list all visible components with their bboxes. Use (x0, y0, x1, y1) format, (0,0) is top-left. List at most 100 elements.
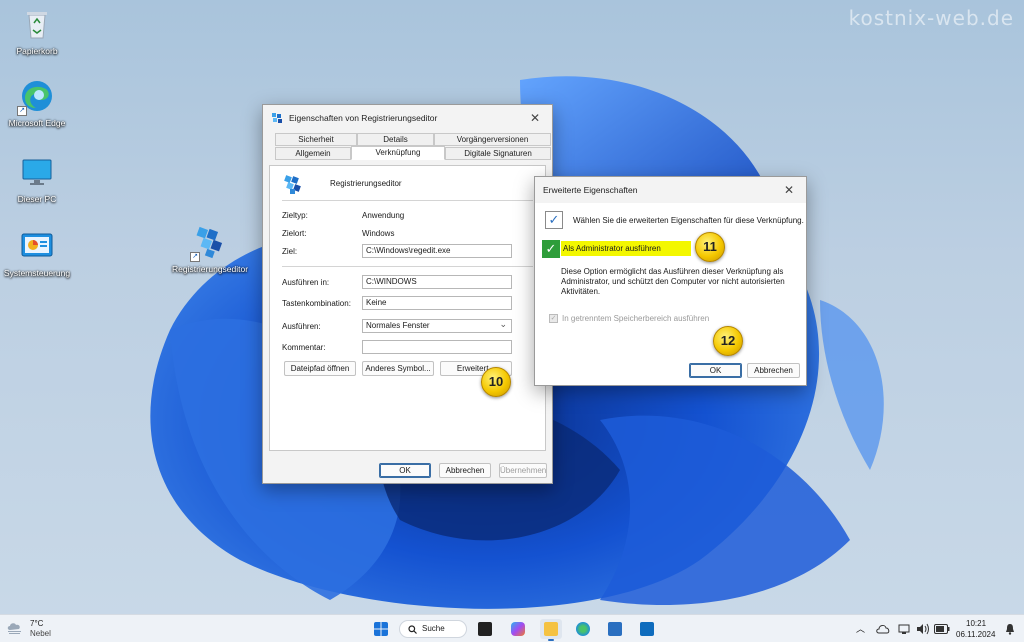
onedrive-icon[interactable] (876, 623, 890, 635)
row-zielort: Zielort: Windows (282, 226, 394, 240)
divider (282, 266, 533, 267)
weather-temp: 7°C (30, 619, 44, 628)
intro-text: Wählen Sie die erweiterten Eigenschaften… (573, 216, 804, 225)
folder-icon (544, 622, 558, 636)
cancel-button[interactable]: Abbrechen (439, 463, 491, 478)
registry-editor-icon (272, 113, 282, 123)
windows-logo-icon (374, 622, 388, 636)
watermark-text: kostnix-web.de (848, 6, 1014, 30)
advanced-properties-dialog: Erweiterte Eigenschaften ✕ ✓ Wählen Sie … (534, 176, 807, 386)
control-panel-icon (19, 228, 55, 264)
ok-button[interactable]: OK (379, 463, 431, 478)
tab-allgemein[interactable]: Allgemein (275, 147, 351, 160)
admin-description: Diese Option ermöglicht das Ausführen di… (561, 267, 785, 296)
step-badge-11: 11 (695, 232, 725, 262)
start-button[interactable] (370, 619, 392, 639)
row-zieltyp: Zieltyp: Anwendung (282, 208, 404, 222)
tab-sicherheit[interactable]: Sicherheit (275, 133, 357, 146)
taskbar: 7°C Nebel Suche ︿ 10:21 06.11.2024 (0, 614, 1024, 642)
close-icon[interactable]: ✕ (780, 183, 798, 197)
dialog-body: ✓ Wählen Sie die erweiterten Eigenschaft… (535, 203, 806, 385)
tab-strip: Sicherheit Details Vorgängerversionen Al… (269, 131, 551, 169)
notification-bell-icon[interactable] (1004, 623, 1016, 635)
dialog-cancel-button[interactable]: Abbrechen (747, 363, 800, 378)
desktop-icon-label: Microsoft Edge (8, 118, 66, 128)
taskbar-search[interactable]: Suche (399, 620, 467, 638)
desktop-icon-control-panel[interactable]: Systemsteuerung (0, 228, 74, 278)
row-ziel: Ziel: (282, 244, 362, 258)
weather-widget[interactable]: 7°C Nebel (6, 619, 86, 641)
zieltyp-label: Zieltyp: (282, 210, 308, 220)
zielort-value: Windows (362, 228, 395, 238)
cloud-fog-icon (7, 623, 21, 634)
zielort-label: Zielort: (282, 228, 307, 238)
tab-verknuepfung[interactable]: Verknüpfung (351, 146, 445, 160)
desktop-icon-label: Systemsteuerung (3, 268, 71, 278)
battery-icon[interactable] (934, 624, 950, 634)
tab-digitale-signaturen[interactable]: Digitale Signaturen (445, 147, 551, 160)
network-icon[interactable] (898, 623, 910, 635)
run-as-admin-label[interactable]: Als Administrator ausführen (561, 241, 691, 256)
change-icon-button[interactable]: Anderes Symbol... (362, 361, 434, 376)
tastenkombination-input[interactable]: Keine (362, 296, 512, 310)
ausfuehren-select[interactable]: Normales Fenster (362, 318, 512, 333)
edge-icon: ↗ (17, 78, 55, 116)
apply-button[interactable]: Übernehmen (499, 463, 547, 478)
tab-panel-verknuepfung: Registrierungseditor Zieltyp: Anwendung … (269, 165, 546, 451)
row-ausfuehren-in: Ausführen in: (282, 275, 362, 289)
kommentar-label: Kommentar: (282, 342, 326, 352)
desktop-icon-this-pc[interactable]: Dieser PC (0, 154, 74, 204)
zieltyp-value: Anwendung (362, 210, 405, 220)
row-ausfuehren: Ausführen: (282, 319, 362, 333)
shortcut-arrow-icon: ↗ (190, 252, 200, 262)
outlook-button[interactable] (636, 619, 658, 639)
close-icon[interactable]: ✕ (526, 111, 544, 125)
tab-vorgaengerversionen[interactable]: Vorgängerversionen (434, 133, 551, 146)
taskview-button[interactable] (474, 619, 496, 639)
open-file-location-button[interactable]: Dateipfad öffnen (284, 361, 356, 376)
separate-memory-label: In getrenntem Speicherbereich ausführen (562, 314, 710, 323)
task-view-icon (478, 622, 492, 636)
desktop-icon-label: Dieser PC (17, 194, 57, 204)
dialog-title: Erweiterte Eigenschaften (543, 185, 638, 195)
row-kommentar: Kommentar: (282, 340, 362, 354)
separate-memory-checkbox[interactable]: ✓ (549, 314, 558, 323)
clock-time[interactable]: 10:21 (966, 619, 986, 628)
desktop-icon-label: Registrierungseditor (172, 264, 249, 274)
kommentar-input[interactable] (362, 340, 512, 354)
divider (282, 200, 533, 201)
ausfuehren-in-input[interactable]: C:\WINDOWS (362, 275, 512, 289)
registry-editor-icon: ↗ (190, 224, 228, 262)
advanced-titlebar: Erweiterte Eigenschaften ✕ (535, 177, 806, 203)
edge-taskbar-button[interactable] (572, 619, 594, 639)
volume-icon[interactable] (916, 623, 930, 635)
clock-date[interactable]: 06.11.2024 (956, 630, 995, 639)
tab-details[interactable]: Details (357, 133, 434, 146)
desktop-icon-recycle-bin[interactable]: Papierkorb (0, 6, 74, 56)
weather-text: Nebel (30, 629, 51, 638)
ausfuehren-in-label: Ausführen in: (282, 277, 330, 287)
copilot-icon (511, 622, 525, 636)
chevron-up-icon[interactable]: ︿ (856, 622, 865, 635)
file-explorer-button[interactable] (540, 619, 562, 641)
desktop-icon-regedit[interactable]: ↗ Registrierungseditor (172, 224, 248, 274)
registry-editor-icon (284, 175, 301, 194)
outlook-icon (640, 622, 654, 636)
step-badge-12: 12 (713, 326, 743, 356)
ziel-label: Ziel: (282, 246, 298, 256)
copilot-button[interactable] (507, 619, 529, 639)
properties-window: Eigenschaften von Registrierungseditor ✕… (262, 104, 553, 484)
step-badge-10: 10 (481, 367, 511, 397)
desktop-icon-edge[interactable]: ↗ Microsoft Edge (0, 78, 74, 128)
dialog-ok-button[interactable]: OK (689, 363, 742, 378)
search-label: Suche (422, 624, 445, 633)
edge-icon (576, 622, 590, 636)
ziel-input[interactable]: C:\Windows\regedit.exe (362, 244, 512, 258)
properties-titlebar: Eigenschaften von Registrierungseditor ✕ (263, 105, 552, 131)
run-as-admin-checkbox[interactable]: ✓ (542, 240, 560, 258)
app-name: Registrierungseditor (330, 179, 402, 188)
row-tastenkombination: Tastenkombination: (282, 296, 362, 310)
store-button[interactable] (604, 619, 626, 639)
monitor-icon (19, 154, 55, 190)
ausfuehren-label: Ausführen: (282, 321, 321, 331)
